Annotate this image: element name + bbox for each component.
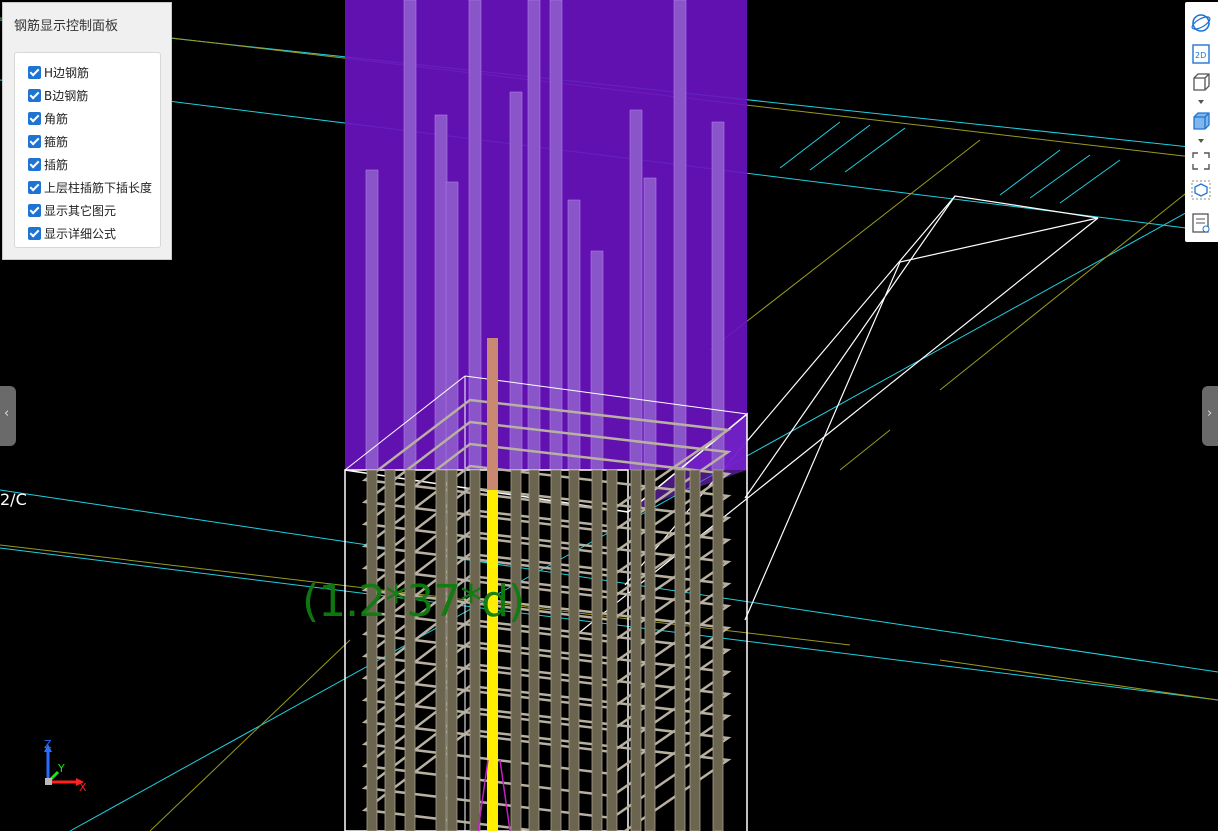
3d-solid-view-icon (1193, 112, 1210, 130)
2d-view-icon: 2D (1192, 44, 1210, 64)
upper-rebar[interactable] (403, 0, 417, 471)
option-corner-rebar[interactable]: 角筋 (28, 109, 68, 127)
orbit-button[interactable] (1188, 10, 1214, 36)
element-display-icon (1191, 180, 1211, 200)
checkbox[interactable] (28, 203, 41, 217)
axis-triad: Z Y X (44, 738, 87, 794)
upper-rebar[interactable] (567, 199, 581, 471)
checkbox[interactable] (28, 157, 41, 171)
lower-rebar[interactable] (510, 469, 522, 831)
dowel-rebar-highlight[interactable] (487, 490, 498, 831)
upper-rebar[interactable] (527, 0, 541, 471)
chevron-right-icon: › (1207, 406, 1213, 421)
option-show-detail-formula[interactable]: 显示详细公式 (28, 224, 116, 242)
option-upper-dowel-length[interactable]: 上层柱插筋下插长度 (28, 178, 152, 196)
checkbox[interactable] (28, 226, 41, 240)
3d-wire-view-icon (1193, 73, 1210, 91)
display-settings-icon (1192, 213, 1210, 233)
chevron-left-icon: ‹ (4, 406, 10, 421)
upper-rebar[interactable] (445, 181, 459, 471)
lower-rebar[interactable] (446, 469, 458, 831)
lower-rebar[interactable] (404, 469, 416, 831)
lower-rebar[interactable] (630, 469, 642, 831)
upper-rebar[interactable] (434, 114, 448, 471)
left-panel-toggle[interactable]: ‹ (0, 386, 16, 446)
option-dowel[interactable]: 插筋 (28, 155, 68, 173)
lower-rebar[interactable] (606, 469, 618, 831)
lower-rebar[interactable] (528, 469, 540, 831)
option-b-side-rebar[interactable]: B边钢筋 (28, 86, 88, 104)
right-panel-toggle[interactable]: › (1202, 386, 1218, 446)
display-settings-button[interactable] (1188, 210, 1214, 236)
upper-rebar[interactable] (365, 169, 379, 471)
lower-rebar[interactable] (384, 469, 396, 831)
upper-rebar[interactable] (509, 91, 523, 471)
upper-rebar[interactable] (673, 0, 687, 471)
lower-rebar[interactable] (644, 469, 656, 831)
lower-rebar[interactable] (568, 469, 580, 831)
checkbox[interactable] (28, 180, 41, 194)
rebar-display-control-panel: 钢筋显示控制面板 H边钢筋 B边钢筋 角筋 箍筋 插筋 上层柱插筋下插长度 显示… (2, 2, 172, 260)
fit-view-icon (1192, 152, 1210, 170)
3d-viewport[interactable] (0, 0, 1218, 831)
grid-axis-label: 2/C (0, 490, 27, 509)
element-display-button[interactable] (1188, 177, 1214, 203)
checkbox[interactable] (28, 88, 41, 102)
lower-rebar[interactable] (366, 469, 378, 831)
option-stirrup[interactable]: 箍筋 (28, 132, 68, 150)
lower-rebar[interactable] (674, 469, 686, 831)
lower-rebar[interactable] (550, 469, 562, 831)
option-h-side-rebar[interactable]: H边钢筋 (28, 63, 89, 81)
view-toolbar: 2D (1185, 2, 1218, 242)
lower-rebar[interactable] (689, 469, 701, 831)
dowel-rebar-upper[interactable] (487, 338, 498, 490)
orbit-icon (1191, 14, 1211, 32)
lower-rebar[interactable] (591, 469, 603, 831)
options-list: H边钢筋 B边钢筋 角筋 箍筋 插筋 上层柱插筋下插长度 显示其它图元 显示详细… (14, 52, 161, 248)
axis-x-label: X (79, 781, 87, 794)
view-2d-button[interactable]: 2D (1188, 41, 1214, 67)
upper-rebar[interactable] (629, 109, 643, 471)
lower-rebar[interactable] (712, 469, 724, 831)
option-show-other-elements[interactable]: 显示其它图元 (28, 201, 116, 219)
chevron-down-icon[interactable] (1198, 100, 1204, 104)
checkbox[interactable] (28, 111, 41, 125)
fit-view-button[interactable] (1188, 148, 1214, 174)
formula-annotation: (1.2*37*d) (302, 576, 525, 627)
upper-rebar[interactable] (643, 177, 657, 471)
view-3d-solid-button[interactable] (1188, 108, 1214, 134)
upper-rebar[interactable] (549, 0, 563, 471)
lower-rebar[interactable] (435, 469, 447, 831)
upper-rebar[interactable] (711, 121, 725, 471)
axis-y-label: Y (57, 762, 65, 775)
svg-text:2D: 2D (1195, 51, 1206, 60)
panel-title: 钢筋显示控制面板 (14, 19, 119, 34)
lower-rebar[interactable] (469, 469, 481, 831)
checkbox[interactable] (28, 134, 41, 148)
view-3d-wire-button[interactable] (1188, 69, 1214, 95)
axis-z-label: Z (44, 738, 52, 751)
checkbox[interactable] (28, 65, 41, 79)
chevron-down-icon[interactable] (1198, 139, 1204, 143)
